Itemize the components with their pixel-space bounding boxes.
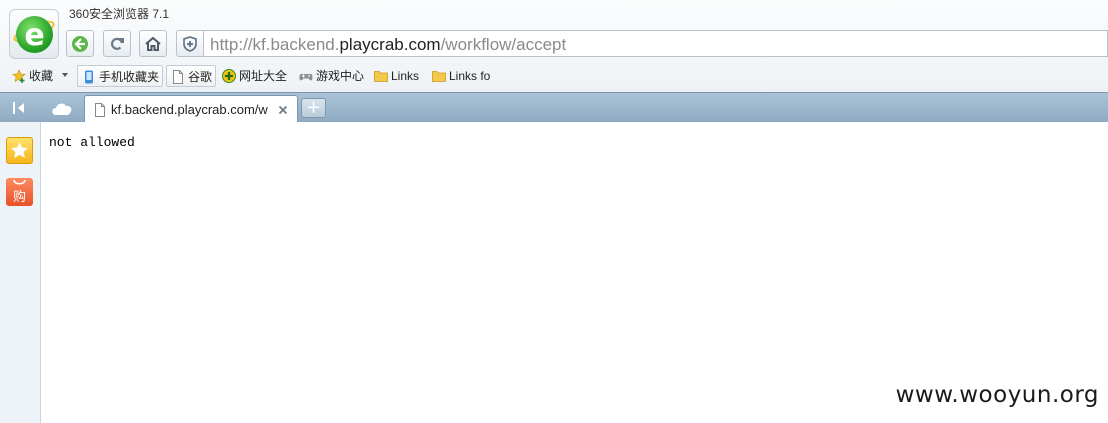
watermark: www.wooyun.org bbox=[895, 382, 1099, 408]
browser-toolbar: e 360安全浏览器 7.1 http://kf.backend.playcra… bbox=[0, 0, 1108, 92]
shield-icon bbox=[183, 36, 197, 52]
folder-icon bbox=[432, 71, 446, 82]
close-icon[interactable] bbox=[276, 103, 290, 117]
sidebar: 购 bbox=[0, 122, 41, 423]
refresh-button[interactable] bbox=[103, 30, 131, 57]
refresh-icon bbox=[111, 37, 124, 50]
window-title: 360安全浏览器 7.1 bbox=[69, 7, 170, 21]
tab-active[interactable]: kf.backend.playcrab.com/w bbox=[84, 95, 298, 123]
address-bar[interactable]: http://kf.backend.playcrab.com/workflow/… bbox=[204, 30, 1108, 57]
phone-icon bbox=[85, 70, 93, 84]
security-shield-button[interactable] bbox=[176, 30, 204, 57]
gamepad-icon bbox=[299, 74, 313, 81]
tab-title: kf.backend.playcrab.com/w bbox=[111, 102, 268, 117]
tab-strip: kf.backend.playcrab.com/w + bbox=[0, 92, 1108, 123]
bookmark-links[interactable]: Links bbox=[370, 65, 426, 87]
browser-logo[interactable]: e bbox=[9, 9, 59, 59]
page-icon bbox=[95, 103, 105, 117]
back-button[interactable] bbox=[66, 30, 94, 57]
page-body-text: not allowed bbox=[49, 135, 135, 150]
back-arrow-icon bbox=[72, 36, 88, 52]
star-icon bbox=[11, 142, 28, 158]
bookmark-mobile[interactable]: 手机收藏夹 bbox=[77, 65, 163, 87]
cloud-icon[interactable] bbox=[50, 100, 74, 116]
favorites-sidebar-button[interactable] bbox=[6, 137, 33, 164]
chevron-down-icon[interactable] bbox=[62, 73, 68, 77]
bookmarks-bar: 收藏 手机收藏夹 谷歌 网址大全 游戏中心 Links Links fo bbox=[0, 62, 1108, 90]
folder-icon bbox=[374, 71, 388, 82]
url-text[interactable]: http://kf.backend.playcrab.com/workflow/… bbox=[210, 35, 566, 55]
star-plus-icon bbox=[12, 69, 26, 83]
bookmark-google[interactable]: 谷歌 bbox=[166, 65, 216, 87]
shopping-sidebar-button[interactable]: 购 bbox=[6, 178, 33, 206]
bookmark-favorites[interactable]: 收藏 bbox=[8, 65, 72, 87]
logo-e-icon: e bbox=[16, 16, 53, 53]
plus-circle-icon bbox=[222, 69, 236, 83]
page-icon bbox=[173, 70, 183, 84]
home-button[interactable] bbox=[139, 30, 167, 57]
bookmark-game-center[interactable]: 游戏中心 bbox=[295, 65, 367, 87]
home-icon bbox=[145, 36, 161, 51]
bookmark-links-folder[interactable]: Links fo bbox=[428, 65, 498, 87]
sidebar-toggle-icon[interactable] bbox=[8, 99, 30, 117]
bookmark-site-directory[interactable]: 网址大全 bbox=[218, 65, 292, 87]
shop-label: 购 bbox=[12, 189, 26, 204]
page-content: not allowed www.wooyun.org bbox=[42, 122, 1108, 423]
new-tab-button[interactable]: + bbox=[301, 98, 326, 118]
